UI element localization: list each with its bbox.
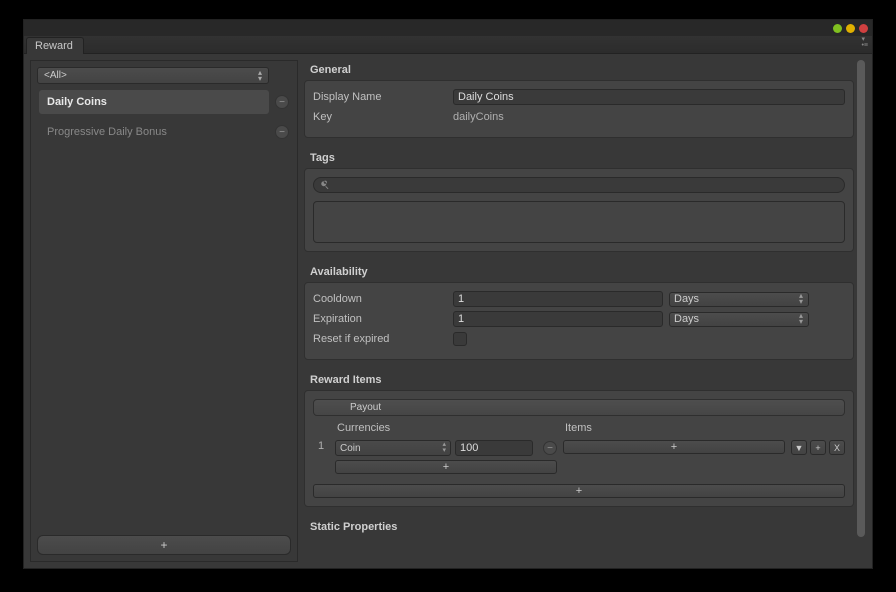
sidebar-item-label: Daily Coins [39,90,269,114]
payout-header: Payout [313,399,845,416]
reward-editor-window: Reward ▾•≡ <All> ▴▾ Daily Coins − Progre… [23,19,873,569]
remove-currency-button[interactable]: − [543,441,557,455]
sidebar-item-label: Progressive Daily Bonus [39,120,269,144]
currency-amount-input[interactable] [455,440,533,456]
tags-panel [304,168,854,252]
chevron-updown-icon: ▴▾ [258,70,262,82]
expiration-unit-label: Days [674,313,699,325]
cooldown-unit-label: Days [674,293,699,305]
tab-bar: Reward ▾•≡ [24,36,872,54]
search-icon [320,180,330,190]
add-reward-button[interactable]: + [37,535,291,555]
items-column: Items + [563,420,785,454]
key-value: dailyCoins [453,111,504,123]
payout-row-controls: ▼ + X [791,420,845,455]
filter-dropdown[interactable]: <All> ▴▾ [37,67,269,84]
reset-if-expired-label: Reset if expired [313,333,453,345]
currency-select[interactable]: Coin ▴▾ [335,440,451,456]
payout-row: 1 Currencies Coin ▴▾ − [313,420,845,474]
currencies-label: Currencies [335,420,557,440]
cooldown-label: Cooldown [313,293,453,305]
expiration-input[interactable] [453,311,663,327]
currencies-column: Currencies Coin ▴▾ − + [335,420,557,474]
availability-panel: Cooldown Days ▴▾ Expiration Days ▴▾ [304,282,854,360]
remove-button[interactable]: − [275,125,289,139]
currency-select-label: Coin [340,443,361,454]
window-maximize-dot[interactable] [846,24,855,33]
expiration-unit-select[interactable]: Days ▴▾ [669,312,809,327]
main-scrollbar[interactable] [856,60,866,562]
expiration-label: Expiration [313,313,453,325]
move-down-button[interactable]: ▼ [791,440,807,455]
filter-dropdown-label: <All> [44,70,67,81]
section-header-static-properties: Static Properties [304,517,854,537]
chevron-updown-icon: ▴▾ [799,293,803,305]
items-label: Items [563,420,785,440]
payout-row-number: 1 [313,420,329,452]
add-item-button[interactable]: + [563,440,785,454]
reset-if-expired-checkbox[interactable] [453,332,467,346]
section-header-tags: Tags [304,148,854,168]
chevron-updown-icon: ▴▾ [799,313,803,325]
scrollbar-thumb[interactable] [857,60,865,537]
add-currency-button[interactable]: + [335,460,557,474]
chevron-updown-icon: ▴▾ [442,442,446,454]
tags-search-input[interactable] [334,179,838,191]
display-name-input[interactable] [453,89,845,105]
tags-search[interactable] [313,177,845,193]
duplicate-button[interactable]: + [810,440,826,455]
general-panel: Display Name Key dailyCoins [304,80,854,138]
tab-reward[interactable]: Reward [26,37,84,54]
main-panel: General Display Name Key dailyCoins Tags [304,60,866,562]
window-close-dot[interactable] [859,24,868,33]
section-header-availability: Availability [304,262,854,282]
add-payout-button[interactable]: + [313,484,845,498]
cooldown-input[interactable] [453,291,663,307]
sidebar-item-daily-coins[interactable]: Daily Coins − [37,90,291,114]
section-header-reward-items: Reward Items [304,370,854,390]
sidebar-item-progressive-daily-bonus[interactable]: Progressive Daily Bonus − [37,120,291,144]
cooldown-unit-select[interactable]: Days ▴▾ [669,292,809,307]
sidebar: <All> ▴▾ Daily Coins − Progressive Daily… [30,60,298,562]
section-header-general: General [304,60,854,80]
tags-area[interactable] [313,201,845,243]
key-label: Key [313,111,453,123]
remove-button[interactable]: − [275,95,289,109]
titlebar [24,20,872,36]
window-minimize-dot[interactable] [833,24,842,33]
display-name-label: Display Name [313,91,453,103]
tab-options-icon[interactable]: ▾•≡ [861,37,868,49]
reward-items-panel: Payout 1 Currencies Coin ▴▾ [304,390,854,507]
delete-button[interactable]: X [829,440,845,455]
